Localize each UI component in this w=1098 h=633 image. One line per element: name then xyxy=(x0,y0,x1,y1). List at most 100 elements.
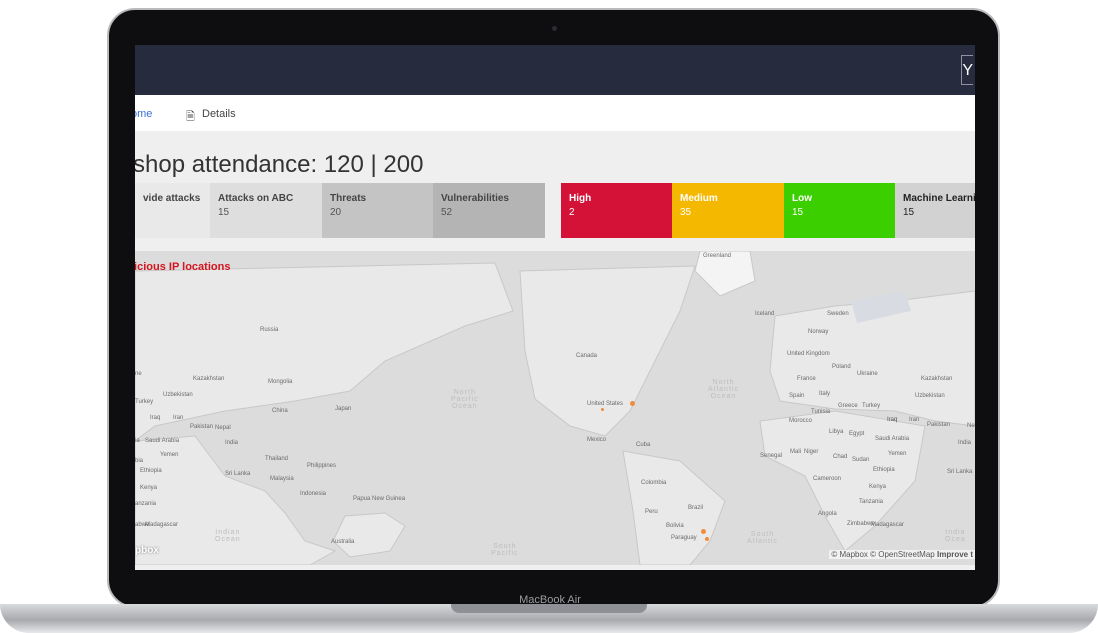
card-label: Vulnerabilities xyxy=(441,193,509,204)
map-label: Colombia xyxy=(641,480,667,486)
map-label: Japan xyxy=(335,406,352,412)
map-label: Chad xyxy=(833,454,848,460)
ip-marker[interactable] xyxy=(630,401,635,406)
map-label: Canada xyxy=(576,353,598,359)
map-label: Indonesia xyxy=(300,491,327,497)
map-label: Turkey xyxy=(135,399,154,405)
nav-home-link[interactable]: ome xyxy=(135,108,152,120)
map-label: Nep xyxy=(967,423,975,429)
ocean-label: North Pacific Ocean xyxy=(451,389,479,410)
ocean-label: South Atlantic xyxy=(747,531,778,545)
severity-card[interactable]: Machine Learnin 15 xyxy=(895,183,975,238)
attribution-text[interactable]: © Mapbox © OpenStreetMap xyxy=(831,550,934,559)
card-value: 15 xyxy=(218,207,230,218)
world-map[interactable]: Greenland Iceland Russia Norway Sweden United… xyxy=(135,251,975,565)
map-label: Mexico xyxy=(587,437,607,443)
map-label: Philippines xyxy=(307,463,337,469)
screen: Y ome 🗎 Details rkshop attendance: 120 |… xyxy=(135,45,975,570)
map-label: Uzbekistan xyxy=(915,393,945,399)
severity-card[interactable]: Medium 35 xyxy=(672,183,784,238)
map-label: France xyxy=(797,376,816,382)
map-label: Peru xyxy=(645,509,658,515)
map-label: Ukraine xyxy=(857,371,878,377)
map-label: Uzbekistan xyxy=(163,392,193,398)
map-label: Madagascar xyxy=(145,522,179,528)
map-label: Greenland xyxy=(703,253,732,259)
map-title: licious IP locations xyxy=(135,261,231,273)
map-label: Sri Lanka xyxy=(225,471,251,477)
map-label: Madagascar xyxy=(871,522,905,528)
document-icon: 🗎 xyxy=(186,111,195,123)
map-label: anzania xyxy=(135,501,157,507)
map-label: Cuba xyxy=(636,442,651,448)
map-label: Pakistan xyxy=(927,422,951,428)
ip-marker[interactable] xyxy=(701,529,706,534)
ip-marker[interactable] xyxy=(705,537,709,541)
summary-card[interactable]: Attacks on ABC 15 xyxy=(210,183,322,238)
map-label: Greece xyxy=(838,403,858,409)
map-label: Kazakhstan xyxy=(193,376,225,382)
map-label: United Kingdom xyxy=(787,351,830,357)
card-label: Medium xyxy=(680,193,718,204)
map-label: Spain xyxy=(789,393,805,399)
map-label: Pakistan xyxy=(190,424,214,430)
ocean-label: North Atlantic Ocean xyxy=(708,379,739,400)
severity-card[interactable]: High 2 xyxy=(561,183,672,238)
card-label: Low xyxy=(792,193,812,204)
map-label: Ethiopia xyxy=(873,467,895,473)
map-label: Brazil xyxy=(688,505,704,511)
map-label: Kenya xyxy=(869,484,887,490)
map-label: Mongolia xyxy=(268,379,293,385)
map-attribution[interactable]: © Mapbox © OpenStreetMap Improve t xyxy=(829,550,975,559)
summary-card[interactable]: Threats 20 xyxy=(322,183,433,238)
map-label: Cameroon xyxy=(813,476,842,482)
map-label: Iran xyxy=(173,415,184,421)
map-label: Tunisia xyxy=(811,409,831,415)
ip-marker[interactable] xyxy=(601,408,604,411)
nav-details-link[interactable]: Details xyxy=(202,108,236,120)
map-label: Yemen xyxy=(160,452,179,458)
map-label: Kenya xyxy=(140,485,158,491)
summary-card[interactable]: Vulnerabilities 52 xyxy=(433,183,545,238)
menu-icon[interactable]: Y xyxy=(961,55,973,85)
map-label: Niger xyxy=(804,449,819,455)
camera xyxy=(552,26,557,31)
map-label: Thailand xyxy=(265,456,289,462)
card-label: Attacks on ABC xyxy=(218,193,294,204)
card-label: vide attacks xyxy=(143,193,201,204)
improve-link[interactable]: Improve t xyxy=(937,550,973,559)
map-label: Paraguay xyxy=(671,535,697,541)
map-label: Egypt xyxy=(849,431,865,437)
top-navbar: Y xyxy=(135,45,975,95)
map-label: Iran xyxy=(909,417,920,423)
map-label: Bolivia xyxy=(666,523,684,529)
map-label: Russia xyxy=(260,327,279,333)
card-label: Machine Learnin xyxy=(903,193,975,204)
ocean-label: Indian Ocean xyxy=(215,529,241,543)
map-label: Angola xyxy=(818,511,837,517)
map-label: Senegal xyxy=(760,453,783,459)
mapbox-logo[interactable]: pbox xyxy=(135,545,159,556)
map-label: Iceland xyxy=(755,311,775,317)
summary-card[interactable]: vide attacks xyxy=(135,183,210,238)
card-value: 15 xyxy=(903,207,915,218)
map-label: Iraq xyxy=(150,415,161,421)
map-label: Kazakhstan xyxy=(921,376,953,382)
card-value: 35 xyxy=(680,207,692,218)
page-title: rkshop attendance: 120 | 200 xyxy=(135,151,424,178)
severity-card[interactable]: Low 15 xyxy=(784,183,895,238)
card-label: Threats xyxy=(330,193,367,204)
map-label: Poland xyxy=(832,364,851,370)
map-label: Morocco xyxy=(789,418,813,424)
card-label: High xyxy=(569,193,592,204)
map-label: Tanzania xyxy=(859,499,884,505)
map-label: China xyxy=(272,408,288,414)
map-label: Italy xyxy=(819,391,831,397)
ocean-label: South Pacific xyxy=(491,543,519,557)
map-label: ne xyxy=(135,371,142,377)
map-label: ia xyxy=(135,438,140,444)
map-label: Norway xyxy=(808,329,829,335)
map-label: bia xyxy=(135,458,144,464)
map-label: Malaysia xyxy=(270,476,294,482)
map-label: India xyxy=(225,440,239,446)
